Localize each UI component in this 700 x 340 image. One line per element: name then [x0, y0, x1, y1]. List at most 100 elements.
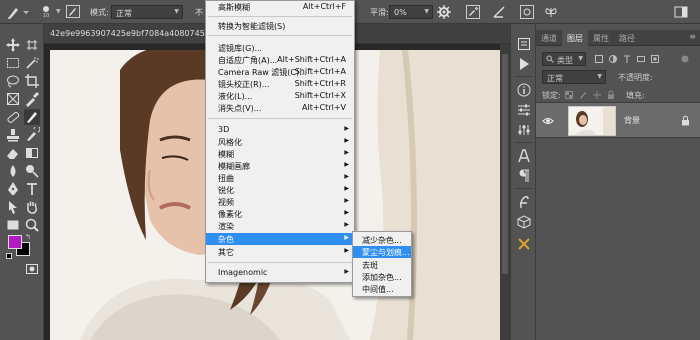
- brush-settings-toggle[interactable]: [66, 5, 80, 18]
- lock-pixels-icon[interactable]: [578, 90, 588, 100]
- tool-presets-button[interactable]: [516, 236, 532, 252]
- menu-item-noise[interactable]: 杂色 ▶: [206, 233, 354, 245]
- smart-object-filter-icon[interactable]: [650, 54, 660, 64]
- rectangle-icon: [7, 220, 19, 230]
- menu-item-sharpen[interactable]: 锐化 ▶: [206, 184, 354, 196]
- dodge-tool[interactable]: [24, 163, 40, 179]
- foreground-color-swatch[interactable]: [8, 235, 22, 249]
- rectangle-tool[interactable]: [5, 217, 21, 233]
- menu-item-reduce-noise[interactable]: 减少杂色...: [353, 234, 411, 246]
- smoothing-field[interactable]: 0% ▼: [389, 5, 433, 19]
- menu-item-other[interactable]: 其它 ▶: [206, 246, 354, 258]
- menu-item-despeckle[interactable]: 去斑: [353, 259, 411, 271]
- pen-tool[interactable]: [5, 181, 21, 197]
- history-brush-tool[interactable]: [24, 127, 40, 143]
- healing-brush-tool[interactable]: [5, 109, 21, 125]
- tab-channels[interactable]: 通道: [536, 30, 562, 46]
- menu-item-imagenomic[interactable]: Imagenomic ▶: [206, 267, 354, 279]
- canvas-scrollbar[interactable]: [500, 44, 510, 340]
- character-panel-button[interactable]: [516, 148, 532, 164]
- quick-select-tool[interactable]: [24, 55, 40, 71]
- hand-tool[interactable]: [24, 199, 40, 215]
- eyedropper-tool[interactable]: [24, 91, 40, 107]
- menu-item-stylize[interactable]: 风格化 ▶: [206, 136, 354, 148]
- eraser-tool[interactable]: [5, 145, 21, 161]
- type-filter-icon[interactable]: [622, 54, 632, 64]
- glyphs-panel-button[interactable]: [516, 194, 532, 210]
- type-tool[interactable]: [24, 181, 40, 197]
- filter-toggle-icon[interactable]: [680, 54, 690, 64]
- angle-setting[interactable]: [492, 5, 506, 19]
- angle-icon: [493, 6, 505, 18]
- menu-item-shortcut: Shift+Ctrl+X: [294, 91, 346, 100]
- menu-item-add-noise[interactable]: 添加杂色...: [353, 271, 411, 283]
- smoothing-options[interactable]: [437, 5, 451, 19]
- shape-filter-icon[interactable]: [636, 54, 646, 64]
- menu-item-blur[interactable]: 模糊 ▶: [206, 148, 354, 160]
- menu-item-camera-raw[interactable]: Camera Raw 滤镜(C)... Shift+Ctrl+A: [206, 66, 354, 78]
- crop-tool[interactable]: [24, 73, 40, 89]
- menu-item-median[interactable]: 中间值...: [353, 283, 411, 295]
- default-colors-icon[interactable]: [6, 253, 12, 259]
- lock-transparent-icon[interactable]: [564, 90, 574, 100]
- menu-item-lens-correction[interactable]: 镜头校正(R)... Shift+Ctrl+R: [206, 78, 354, 90]
- menu-item-render[interactable]: 渲染 ▶: [206, 220, 354, 232]
- clone-stamp-tool[interactable]: [5, 127, 21, 143]
- gradient-tool[interactable]: [24, 145, 40, 161]
- eye-icon[interactable]: [542, 116, 554, 126]
- menu-item-adaptive-wide-angle[interactable]: 自适应广角(A)... Alt+Shift+Ctrl+A: [206, 54, 354, 66]
- kind-filter-select[interactable]: 类型 ▼: [542, 52, 586, 66]
- move-tool[interactable]: [5, 37, 21, 53]
- menu-item-gaussian-blur[interactable]: 高斯模糊 Alt+Ctrl+F: [206, 1, 354, 13]
- menu-item-liquify[interactable]: 液化(L)... Shift+Ctrl+X: [206, 90, 354, 102]
- lasso-tool[interactable]: [5, 73, 21, 89]
- panel-dock: [510, 24, 536, 340]
- panel-tabs: 通道 图层 属性 路径 ≡: [536, 30, 700, 46]
- panel-menu-icon[interactable]: ≡: [689, 32, 696, 41]
- opacity-label: 不透明度:: [618, 73, 653, 82]
- tool-preset-picker[interactable]: [6, 4, 32, 20]
- tab-paths[interactable]: 路径: [614, 30, 640, 46]
- menu-item-convert-smart-filter[interactable]: 转换为智能滤镜(S): [206, 20, 354, 32]
- menu-item-3d[interactable]: 3D ▶: [206, 124, 354, 136]
- properties-panel-button[interactable]: [516, 102, 532, 118]
- artboard-tool[interactable]: [24, 37, 40, 53]
- lock-position-icon[interactable]: [592, 90, 602, 100]
- symmetry-options[interactable]: [544, 5, 558, 19]
- menu-item-video[interactable]: 视频 ▶: [206, 196, 354, 208]
- layer-row[interactable]: 背景: [536, 102, 700, 138]
- menu-item-vanishing-point[interactable]: 消失点(V)... Alt+Ctrl+V: [206, 102, 354, 114]
- brush-tool[interactable]: [24, 109, 40, 125]
- marquee-tool[interactable]: [5, 55, 21, 71]
- brush-preset-picker[interactable]: 10: [40, 4, 54, 19]
- frame-tool[interactable]: [5, 91, 21, 107]
- chevron-down-icon[interactable]: ▼: [56, 8, 61, 15]
- blur-tool[interactable]: [5, 163, 21, 179]
- airbrush-toggle[interactable]: [466, 5, 480, 19]
- paragraph-panel-button[interactable]: [516, 168, 532, 184]
- info-panel-button[interactable]: [516, 82, 532, 98]
- menu-item-dust-and-scratches[interactable]: 蒙尘与划痕...: [353, 246, 411, 258]
- adjustments-panel-button[interactable]: [516, 122, 532, 138]
- menu-item-filter-gallery[interactable]: 滤镜库(G)...: [206, 42, 354, 54]
- pressure-size-toggle[interactable]: [520, 5, 534, 19]
- pixel-filter-icon[interactable]: [594, 54, 604, 64]
- tab-properties[interactable]: 属性: [588, 30, 614, 46]
- lock-all-icon[interactable]: [606, 90, 616, 100]
- path-selection-tool[interactable]: [5, 199, 21, 215]
- menu-item-blur-gallery[interactable]: 模糊画廊 ▶: [206, 160, 354, 172]
- mode-select[interactable]: 正常 ▼: [111, 5, 183, 19]
- menu-item-pixelate[interactable]: 像素化 ▶: [206, 208, 354, 220]
- history-panel-button[interactable]: [516, 36, 532, 52]
- workspace-switcher[interactable]: [674, 5, 688, 19]
- scrollbar-thumb[interactable]: [502, 54, 508, 274]
- 3d-panel-button[interactable]: [516, 214, 532, 230]
- zoom-tool[interactable]: [24, 217, 40, 233]
- actions-panel-button[interactable]: [516, 56, 532, 72]
- quick-mask-toggle[interactable]: [24, 261, 40, 277]
- menu-item-distort[interactable]: 扭曲 ▶: [206, 172, 354, 184]
- blend-mode-select[interactable]: 正常 ▼: [542, 70, 606, 84]
- adjustment-filter-icon[interactable]: [608, 54, 618, 64]
- tab-layers[interactable]: 图层: [562, 30, 588, 46]
- swap-colors-icon[interactable]: ↰: [25, 233, 31, 241]
